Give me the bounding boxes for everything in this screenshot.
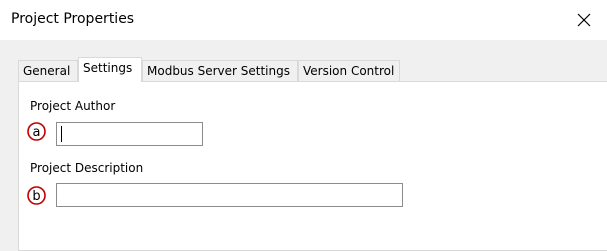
project-author-label: Project Author — [30, 99, 116, 113]
tab-version-control[interactable]: Version Control — [298, 60, 400, 82]
project-description-label: Project Description — [30, 161, 144, 175]
close-icon — [577, 13, 591, 27]
tab-label: Modbus Server Settings — [147, 64, 290, 78]
text-caret — [61, 126, 62, 142]
tab-strip: General Settings Modbus Server Settings … — [18, 57, 607, 82]
project-author-input[interactable] — [56, 122, 203, 146]
callout-a-letter: a — [33, 125, 41, 140]
title-bar: Project Properties — [0, 0, 607, 40]
tab-label: General — [23, 64, 71, 78]
callout-b-letter: b — [32, 189, 40, 204]
tab-general[interactable]: General — [18, 60, 78, 82]
tab-label: Settings — [83, 61, 133, 75]
tab-label: Version Control — [303, 64, 395, 78]
close-button[interactable] — [566, 6, 602, 34]
callout-b-icon: b — [27, 186, 46, 205]
tab-settings[interactable]: Settings — [78, 57, 142, 82]
project-description-input[interactable] — [56, 183, 403, 207]
tab-modbus-server-settings[interactable]: Modbus Server Settings — [142, 60, 298, 82]
window-title: Project Properties — [11, 11, 135, 27]
callout-a-icon: a — [27, 122, 46, 141]
